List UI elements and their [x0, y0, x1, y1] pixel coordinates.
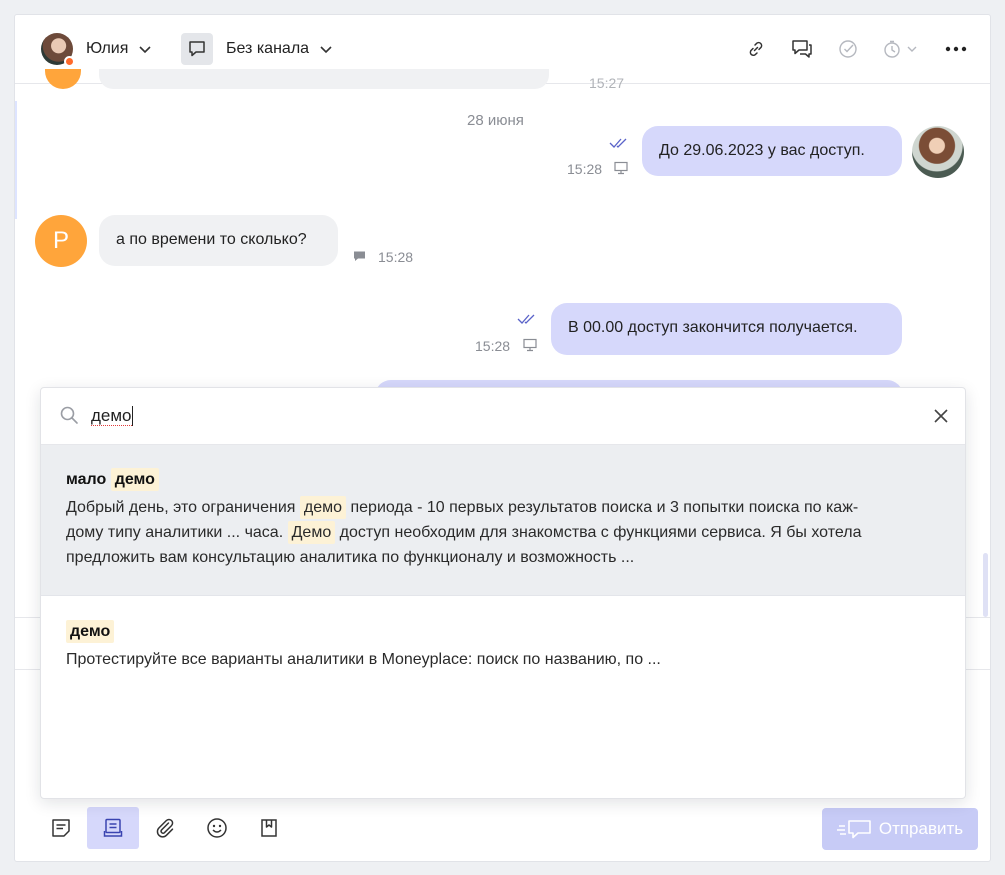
search-result-item[interactable]: демо Протестируйте все варианты аналитик… — [41, 596, 965, 696]
result-title-highlight: демо — [110, 468, 159, 491]
composer-toolbar — [35, 807, 295, 849]
check-circle-icon[interactable] — [836, 37, 860, 61]
operator-avatar — [912, 126, 964, 178]
send-button[interactable]: Отправить — [822, 808, 978, 850]
search-popup: демо мало демо Добрый день, это ограниче… — [40, 387, 966, 799]
client-avatar: Р — [35, 215, 87, 267]
search-result-item[interactable]: мало демо Добрый день, это ограничения д… — [41, 445, 965, 596]
snippet-highlight: демо — [299, 496, 347, 519]
message-text: До 29.06.2023 у вас доступ. — [659, 142, 865, 159]
search-icon — [60, 406, 78, 424]
message-time: 15:28 — [475, 338, 511, 354]
more-icon[interactable] — [944, 37, 968, 61]
channel-name: Без канала — [226, 40, 310, 57]
result-snippet: Протестируйте все варианты аналитики в M… — [66, 651, 661, 668]
chevron-down-icon — [320, 46, 332, 54]
result-title-prefix: мало — [66, 471, 111, 488]
monitor-icon — [523, 338, 537, 352]
send-label: Отправить — [878, 819, 964, 838]
template-icon[interactable] — [35, 807, 87, 849]
date-separator: 28 июня — [467, 112, 524, 129]
channel-selector[interactable]: Без канала — [181, 33, 333, 65]
header-actions — [722, 37, 968, 61]
message-text: В 00.00 доступ закончится получается. — [568, 319, 858, 336]
result-title: мало демо — [66, 468, 159, 491]
message-bubble: а по времени то сколько? — [99, 215, 338, 266]
message-bubble: В 00.00 доступ закончится получается. — [551, 303, 902, 355]
scrollbar[interactable] — [983, 553, 988, 617]
snippet-text: периода - 10 первых результатов поиска и… — [346, 499, 859, 516]
link-icon[interactable] — [744, 37, 768, 61]
result-title-highlight: демо — [66, 620, 115, 643]
left-accent-bar — [15, 101, 17, 219]
chevron-down-icon — [139, 46, 151, 54]
snippet-text: дому типу аналитики ... часа. — [66, 524, 288, 541]
search-bar: демо — [41, 388, 965, 445]
partial-message — [99, 69, 549, 89]
send-icon — [836, 820, 871, 839]
status-dot — [64, 56, 75, 67]
message-bubble: До 29.06.2023 у вас доступ. — [642, 126, 902, 176]
snippet-text: Добрый день, это ограничения — [66, 499, 300, 516]
partial-time: 15:27 — [589, 75, 625, 91]
close-icon[interactable] — [931, 406, 951, 426]
knowledge-base-icon[interactable] — [87, 807, 139, 849]
channel-icon — [181, 33, 213, 65]
search-input[interactable]: демо — [91, 407, 132, 426]
monitor-icon — [614, 161, 628, 175]
user-name: Юлия — [86, 40, 129, 57]
snippet-highlight: Демо — [287, 521, 336, 544]
result-title: демо — [66, 620, 115, 643]
attach-icon[interactable] — [139, 807, 191, 849]
message-time: 15:28 — [567, 161, 603, 177]
user-selector[interactable]: Юлия — [41, 33, 152, 67]
timer-icon[interactable] — [882, 37, 922, 61]
result-snippet: Добрый день, это ограничения демо период… — [66, 495, 946, 570]
partial-avatar — [45, 69, 81, 89]
user-avatar — [41, 33, 75, 67]
snippet-text: доступ необходим для знакомства с функци… — [335, 524, 862, 541]
bookmark-icon[interactable] — [243, 807, 295, 849]
message-text: а по времени то сколько? — [116, 231, 307, 248]
text-caret — [132, 406, 133, 426]
emoji-icon[interactable] — [191, 807, 243, 849]
message-time: 15:28 — [378, 249, 414, 265]
comment-icon — [354, 251, 365, 261]
chat-bubbles-icon[interactable] — [790, 37, 814, 61]
avatar-initial: Р — [52, 227, 69, 254]
read-ticks-icon — [609, 138, 627, 148]
snippet-text: предложить вам консультацию аналитика по… — [66, 549, 635, 566]
read-ticks-icon — [517, 314, 535, 324]
